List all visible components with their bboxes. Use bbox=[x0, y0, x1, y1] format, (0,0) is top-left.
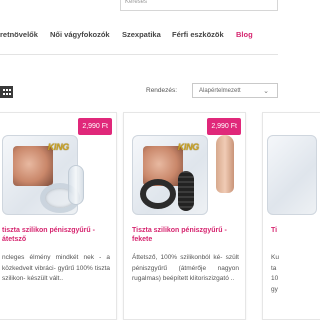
price-badge: 2,990 Ft bbox=[78, 118, 112, 135]
nav-item-male-tools[interactable]: Férfi eszközök bbox=[172, 30, 224, 39]
black-ring-image bbox=[140, 179, 176, 209]
nav-item-penis-enlargers[interactable]: retnövelők bbox=[0, 30, 38, 39]
product-card[interactable]: KING 2,990 Ft Tiszta szilikon péniszgyűr… bbox=[123, 112, 246, 320]
product-image-dildo bbox=[216, 135, 234, 193]
top-bar: Keresés bbox=[0, 0, 278, 14]
nav-item-sex-pharmacy[interactable]: Szexpatika bbox=[122, 30, 161, 39]
sort-select-value: Alapértelmezett bbox=[199, 88, 241, 94]
product-description: Áttetsző, 100% szilikonból ké- szült pén… bbox=[132, 254, 239, 282]
sort-select[interactable]: Alapértelmezett ⌄ bbox=[192, 83, 278, 98]
product-image[interactable] bbox=[263, 113, 320, 221]
product-title[interactable]: Ti bbox=[271, 226, 315, 235]
product-title[interactable]: tiszta szilikon péniszgyűrű - átetsző bbox=[2, 226, 110, 244]
nav-item-female-stimulants[interactable]: Női vágyfokozók bbox=[50, 30, 110, 39]
product-description: Ku ta 10 gy bbox=[271, 254, 279, 293]
product-description: ncleges élmény mindkét nek - a közkedvel… bbox=[2, 254, 110, 282]
clear-vibrator-image bbox=[68, 165, 84, 205]
black-vibrator-image bbox=[178, 171, 194, 211]
product-package bbox=[267, 135, 317, 215]
sort-label: Rendezés: bbox=[146, 87, 178, 94]
main-nav: retnövelők Női vágyfokozók Szexpatika Fé… bbox=[0, 24, 278, 46]
grid-view-button[interactable] bbox=[0, 86, 13, 98]
product-image[interactable]: KING 2,990 Ft bbox=[0, 113, 116, 221]
search-input[interactable]: Keresés bbox=[120, 0, 278, 11]
nav-divider bbox=[0, 54, 278, 55]
brand-logo: KING bbox=[47, 142, 70, 152]
product-card[interactable]: KING 2,990 Ft tiszta szilikon péniszgyűr… bbox=[0, 112, 117, 320]
product-card[interactable]: Ti Ku ta 10 gy bbox=[262, 112, 320, 320]
product-title[interactable]: Tiszta szilikon péniszgyűrű - fekete bbox=[132, 226, 239, 244]
brand-logo: KING bbox=[177, 142, 200, 152]
chevron-down-icon: ⌄ bbox=[263, 88, 269, 95]
price-badge: 2,990 Ft bbox=[207, 118, 241, 135]
product-image[interactable]: KING 2,990 Ft bbox=[124, 113, 245, 221]
nav-item-blog[interactable]: Blog bbox=[236, 30, 253, 39]
